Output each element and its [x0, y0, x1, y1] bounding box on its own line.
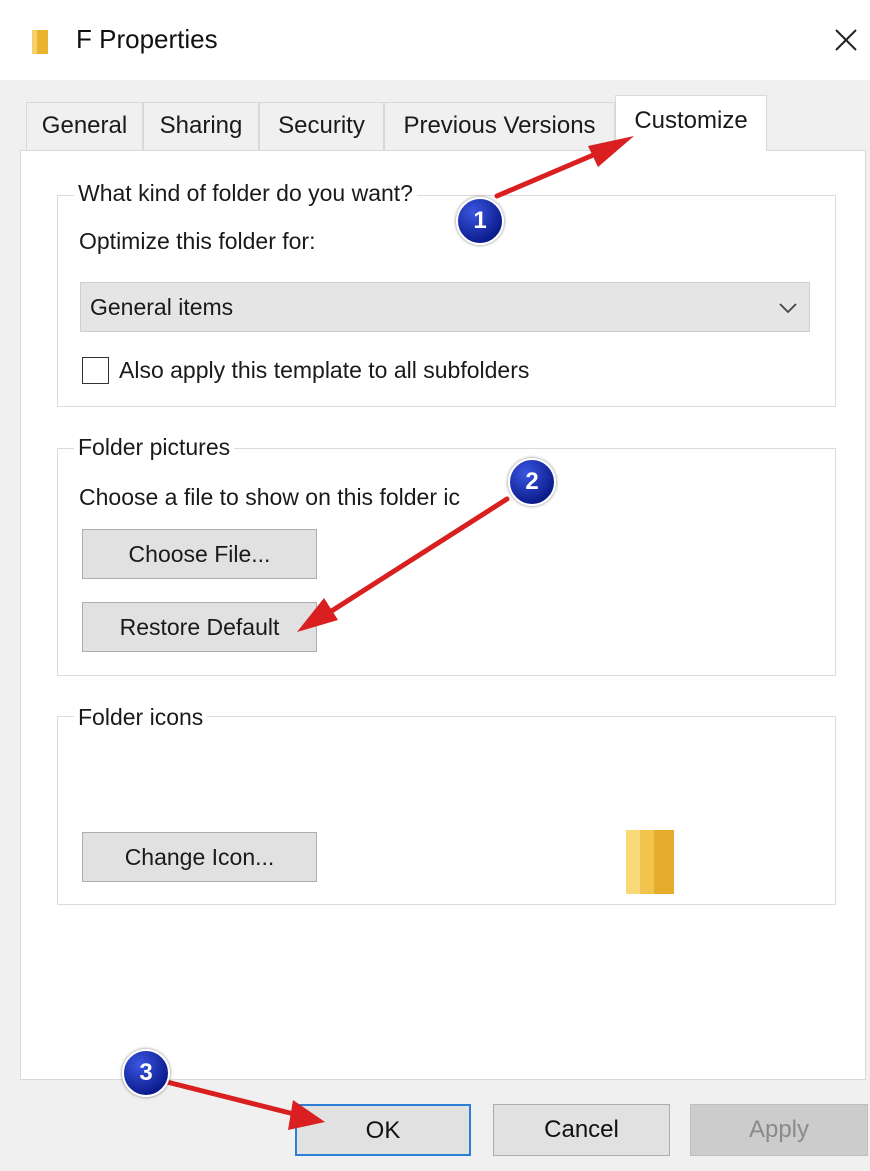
optimize-select[interactable]: General items: [80, 282, 810, 332]
folder-icons-legend: Folder icons: [74, 704, 208, 731]
optimize-select-value: General items: [90, 294, 234, 320]
folder-pictures-legend: Folder pictures: [74, 434, 235, 461]
cancel-button[interactable]: Cancel: [493, 1104, 670, 1156]
apply-subfolders-label: Also apply this template to all subfolde…: [119, 357, 530, 383]
folder-pictures-description: Choose a file to show on this folder ic: [79, 484, 460, 510]
folder-icon: [32, 30, 48, 54]
chevron-down-icon: [779, 303, 797, 314]
tab-general[interactable]: General: [26, 102, 143, 150]
folder-preview-icon: [626, 830, 674, 894]
tab-previous-versions[interactable]: Previous Versions: [384, 102, 615, 150]
restore-default-button[interactable]: Restore Default: [82, 602, 317, 652]
apply-button[interactable]: Apply: [690, 1104, 868, 1156]
close-icon[interactable]: [826, 20, 866, 60]
change-icon-button[interactable]: Change Icon...: [82, 832, 317, 882]
folder-type-legend: What kind of folder do you want?: [74, 180, 417, 207]
optimize-label: Optimize this folder for:: [79, 228, 316, 254]
tab-sharing[interactable]: Sharing: [143, 102, 259, 150]
step-2-badge: 2: [508, 458, 556, 506]
step-3-badge: 3: [122, 1049, 170, 1097]
choose-file-button[interactable]: Choose File...: [82, 529, 317, 579]
step-1-badge: 1: [456, 197, 504, 245]
tab-security[interactable]: Security: [259, 102, 384, 150]
apply-subfolders-checkbox[interactable]: [82, 357, 109, 384]
arrow-3: [160, 1078, 293, 1116]
ok-button[interactable]: OK: [295, 1104, 471, 1156]
tab-customize[interactable]: Customize: [615, 95, 767, 151]
title-bar: F Properties: [0, 0, 870, 80]
window-title: F Properties: [76, 24, 218, 54]
